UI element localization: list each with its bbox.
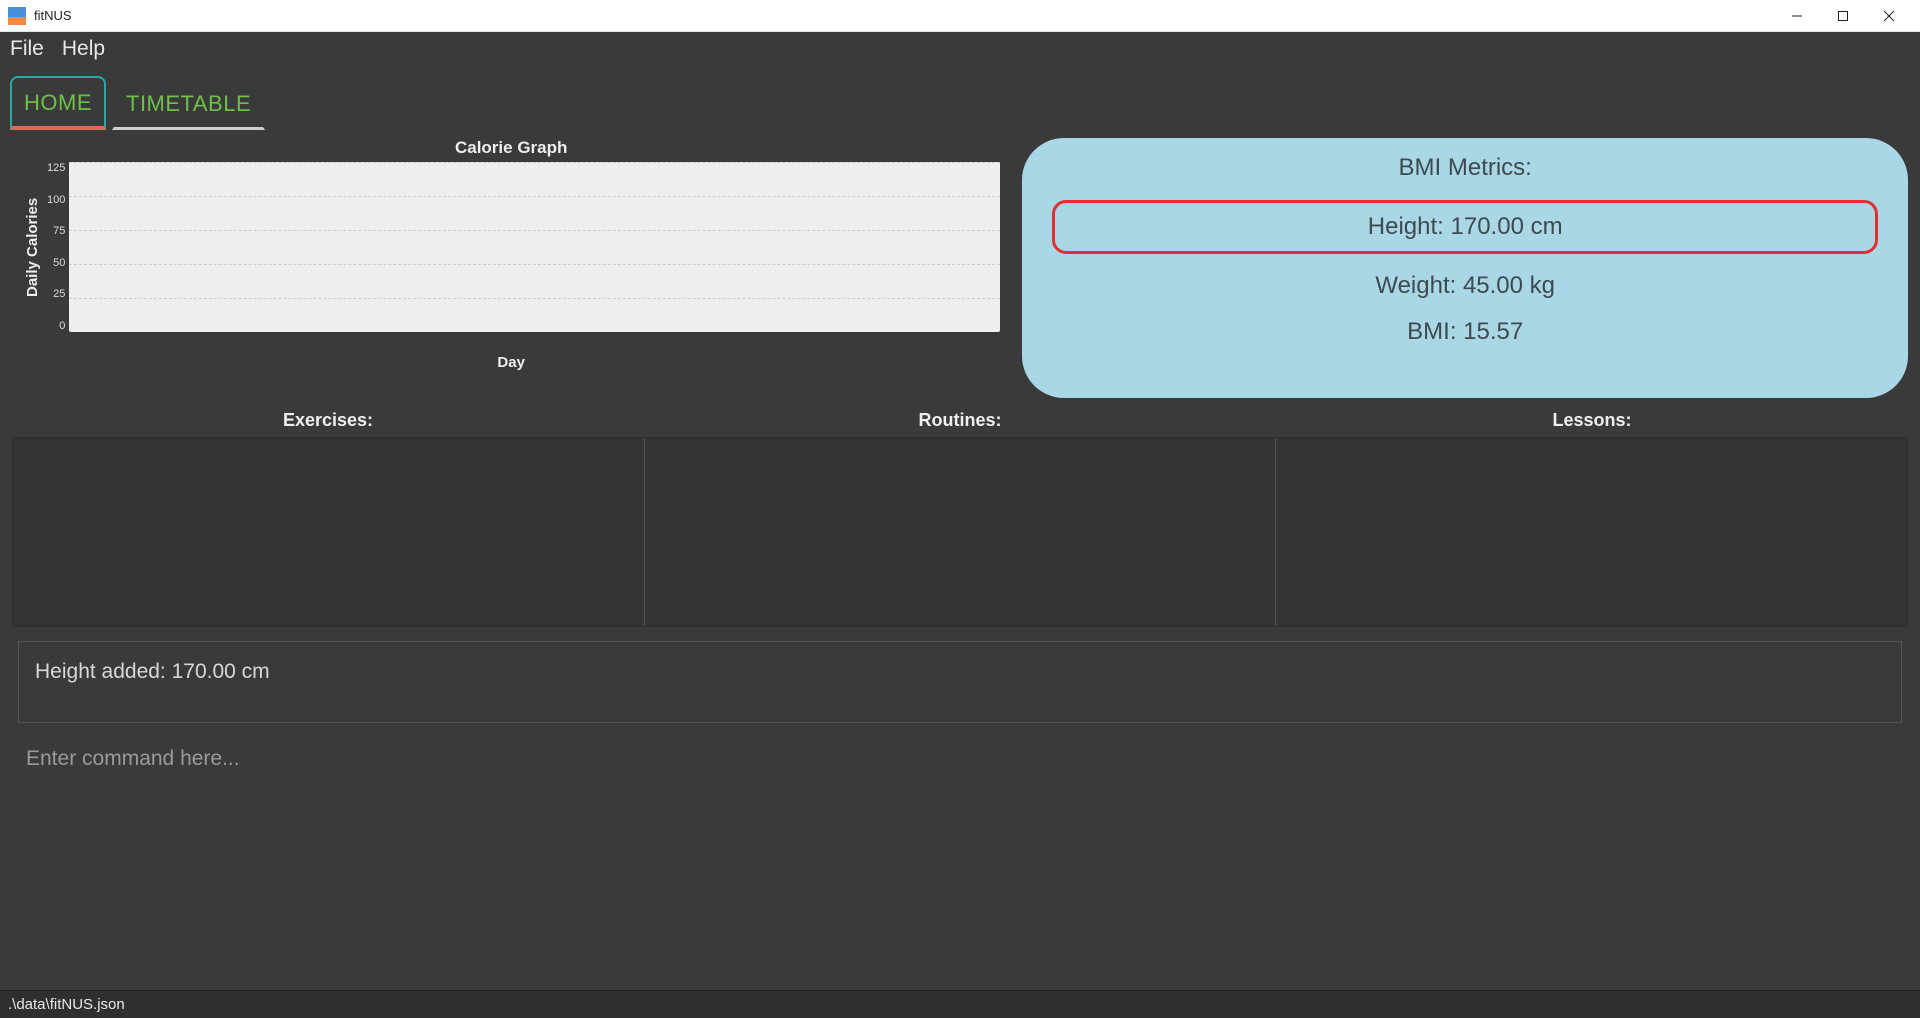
bmi-weight: Weight: 45.00 kg [1052, 272, 1878, 300]
minimize-button[interactable] [1774, 0, 1820, 32]
calorie-chart: Calorie Graph Daily Calories 125 100 75 … [12, 138, 1010, 398]
command-row [18, 741, 1902, 777]
app-icon [8, 7, 26, 25]
lessons-list[interactable] [1275, 438, 1907, 626]
routines-header: Routines: [644, 410, 1276, 431]
menu-help[interactable]: Help [62, 37, 105, 61]
statusbar-path: .\data\fitNUS.json [8, 996, 125, 1013]
statusbar: .\data\fitNUS.json [0, 990, 1920, 1018]
y-tick: 50 [47, 257, 65, 269]
content-area: Calorie Graph Daily Calories 125 100 75 … [0, 130, 1920, 990]
bmi-height: Height: 170.00 cm [1052, 200, 1878, 254]
app-root: File Help HOME TIMETABLE Calorie Graph D… [0, 32, 1920, 1018]
lists-body [12, 437, 1908, 627]
window-title: fitNUS [34, 8, 72, 23]
routines-list[interactable] [644, 438, 1276, 626]
y-tick: 75 [47, 225, 65, 237]
chart-plot-area [69, 162, 1000, 332]
bmi-card: BMI Metrics: Height: 170.00 cm Weight: 4… [1022, 138, 1908, 398]
tab-timetable[interactable]: TIMETABLE [112, 77, 265, 130]
bmi-value: BMI: 15.57 [1052, 318, 1878, 346]
y-tick: 125 [47, 162, 65, 174]
chart-title: Calorie Graph [455, 138, 567, 158]
maximize-button[interactable] [1820, 0, 1866, 32]
menubar: File Help [0, 32, 1920, 66]
upper-row: Calorie Graph Daily Calories 125 100 75 … [12, 138, 1908, 398]
y-tick: 25 [47, 288, 65, 300]
exercises-list[interactable] [13, 438, 644, 626]
feedback-message: Height added: 170.00 cm [35, 660, 270, 683]
feedback-box: Height added: 170.00 cm [18, 641, 1902, 723]
chart-x-axis-label: Day [497, 354, 525, 371]
tab-row: HOME TIMETABLE [0, 66, 1920, 130]
menu-file[interactable]: File [10, 37, 44, 61]
lists-header-row: Exercises: Routines: Lessons: [12, 410, 1908, 431]
window-titlebar: fitNUS [0, 0, 1920, 32]
chart-y-ticks: 125 100 75 50 25 0 [43, 162, 69, 332]
close-button[interactable] [1866, 0, 1912, 32]
chart-y-axis-label: Daily Calories [22, 162, 43, 332]
command-input[interactable] [18, 741, 1902, 777]
y-tick: 100 [47, 194, 65, 206]
exercises-header: Exercises: [12, 410, 644, 431]
y-tick: 0 [47, 320, 65, 332]
chart-body: Daily Calories 125 100 75 50 25 0 [22, 162, 1000, 332]
lessons-header: Lessons: [1276, 410, 1908, 431]
bmi-title: BMI Metrics: [1399, 154, 1532, 182]
tab-home[interactable]: HOME [10, 76, 106, 130]
